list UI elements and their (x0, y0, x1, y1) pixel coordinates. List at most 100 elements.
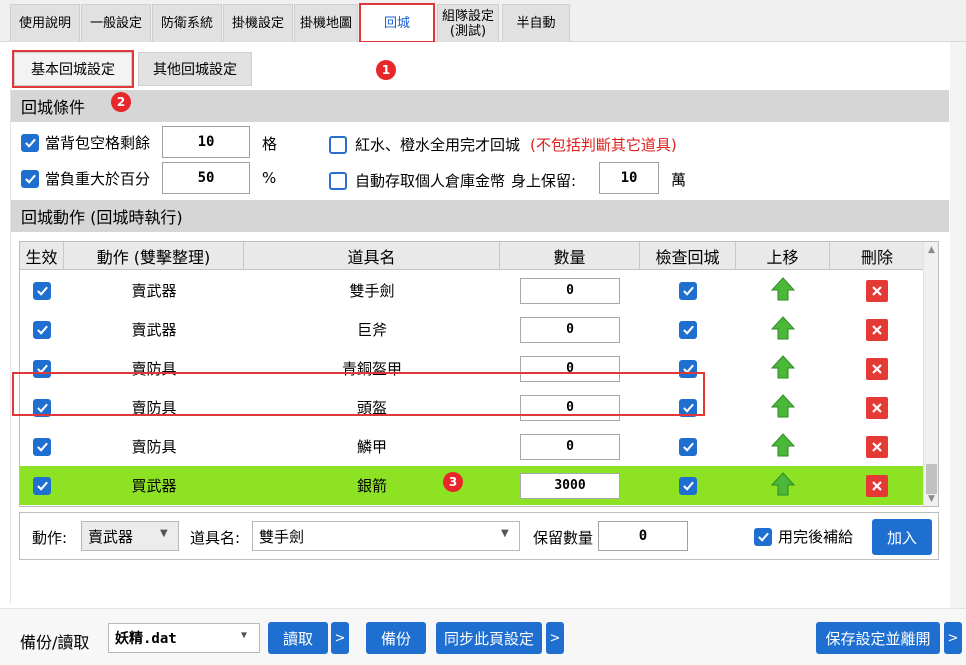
config-file-select[interactable]: 妖精.dat ▼ (108, 623, 260, 653)
bank-condition[interactable]: 自動存取個人倉庫金幣 身上保留: (329, 170, 576, 191)
move-up-arrow-icon[interactable] (770, 315, 796, 345)
delete-x-icon[interactable] (866, 279, 888, 302)
tab-party-settings[interactable]: 組隊設定 (測試) (437, 4, 499, 42)
delete-x-icon[interactable] (866, 435, 888, 458)
load-options-button[interactable]: > (331, 622, 349, 654)
row-check-return-checkbox[interactable] (679, 281, 697, 300)
scroll-down-icon[interactable]: ▼ (924, 491, 938, 506)
column-header-enabled[interactable]: 生效 (20, 242, 64, 270)
table-scroll-thumb[interactable] (926, 464, 937, 494)
column-header-action[interactable]: 動作 (雙擊整理) (64, 242, 244, 270)
weight-checkbox[interactable] (21, 169, 39, 188)
potion-checkbox[interactable] (329, 135, 347, 154)
row-enabled-cell (20, 349, 64, 388)
column-header-check-return[interactable]: 檢查回城 (640, 242, 736, 270)
bag-slots-checkbox[interactable] (21, 133, 39, 152)
row-action-cell[interactable]: 賣防具 (64, 349, 244, 388)
row-enabled-checkbox[interactable] (33, 281, 51, 300)
row-check-return-cell (640, 310, 736, 349)
row-quantity-input[interactable]: 0 (520, 433, 620, 460)
tab-usage-guide[interactable]: 使用說明 (10, 4, 80, 42)
bank-keep-input[interactable]: 10 (599, 162, 659, 194)
subtab-basic-return[interactable]: 基本回城設定 (12, 50, 134, 88)
subtab-other-return[interactable]: 其他回城設定 (138, 52, 252, 86)
load-button[interactable]: 讀取 (268, 622, 328, 654)
add-button[interactable]: 加入 (872, 519, 932, 555)
row-check-return-checkbox[interactable] (679, 476, 697, 495)
row-action-cell[interactable]: 賣武器 (64, 271, 244, 310)
table-row[interactable]: 賣武器 雙手劍 0 (20, 271, 924, 310)
row-check-return-checkbox[interactable] (679, 437, 697, 456)
row-item-cell[interactable]: 鱗甲 (244, 427, 500, 466)
tab-idle-settings[interactable]: 掛機設定 (223, 4, 293, 42)
row-quantity-input[interactable]: 0 (520, 277, 620, 304)
row-action-cell[interactable]: 賣防具 (64, 388, 244, 427)
scroll-up-icon[interactable]: ▲ (924, 242, 938, 257)
row-enabled-checkbox[interactable] (33, 320, 51, 339)
row-action-cell[interactable]: 買武器 (64, 466, 244, 505)
column-header-quantity[interactable]: 數量 (500, 242, 640, 270)
table-row[interactable]: 賣防具 頭盔 0 (20, 388, 924, 427)
tab-semi-auto[interactable]: 半自動 (502, 4, 570, 42)
row-enabled-checkbox[interactable] (33, 437, 51, 456)
table-row[interactable]: 賣防具 青銅盔甲 0 (20, 349, 924, 388)
table-row[interactable]: 買武器 銀箭 3000 (20, 466, 924, 505)
move-up-arrow-icon[interactable] (770, 354, 796, 384)
row-quantity-cell: 0 (500, 271, 640, 310)
table-scrollbar[interactable]: ▲ ▼ (923, 242, 938, 506)
delete-x-icon[interactable] (866, 318, 888, 341)
keep-quantity-input[interactable]: 0 (598, 521, 688, 551)
save-options-button[interactable]: > (944, 622, 962, 654)
table-row[interactable]: 賣防具 鱗甲 0 (20, 427, 924, 466)
delete-x-icon[interactable] (866, 396, 888, 419)
row-quantity-input[interactable]: 0 (520, 316, 620, 343)
item-select[interactable]: 雙手劍 ▼ (252, 521, 520, 551)
row-check-return-checkbox[interactable] (679, 398, 697, 417)
action-select[interactable]: 賣武器 ▼ (81, 521, 179, 551)
row-action-cell[interactable]: 賣防具 (64, 427, 244, 466)
delete-x-icon[interactable] (866, 357, 888, 380)
table-row[interactable]: 賣武器 巨斧 0 (20, 310, 924, 349)
row-item-cell[interactable]: 青銅盔甲 (244, 349, 500, 388)
column-header-move-up[interactable]: 上移 (736, 242, 830, 270)
sync-options-button[interactable]: > (546, 622, 564, 654)
refill-option[interactable]: 用完後補給 (754, 526, 853, 547)
backup-button[interactable]: 備份 (366, 622, 426, 654)
bag-slots-input[interactable]: 10 (162, 126, 250, 158)
weight-condition[interactable]: 當負重大於百分 (21, 168, 150, 189)
row-item-cell[interactable]: 雙手劍 (244, 271, 500, 310)
row-enabled-checkbox[interactable] (33, 359, 51, 378)
config-file-value: 妖精.dat (115, 631, 177, 647)
column-header-delete[interactable]: 刪除 (830, 242, 924, 270)
row-enabled-cell (20, 271, 64, 310)
tab-defense-system[interactable]: 防衛系統 (152, 4, 222, 42)
bank-checkbox[interactable] (329, 171, 347, 190)
refill-checkbox[interactable] (754, 527, 772, 546)
delete-x-icon[interactable] (866, 474, 888, 497)
row-quantity-input[interactable]: 0 (520, 394, 620, 421)
save-and-exit-button[interactable]: 保存設定並離開 (816, 622, 940, 654)
column-header-item[interactable]: 道具名 (244, 242, 500, 270)
tab-general-settings[interactable]: 一般設定 (81, 4, 151, 42)
weight-input[interactable]: 50 (162, 162, 250, 194)
row-item-cell[interactable]: 巨斧 (244, 310, 500, 349)
potion-condition[interactable]: 紅水、橙水全用完才回城 (不包括判斷其它道具) (329, 134, 677, 155)
row-check-return-checkbox[interactable] (679, 320, 697, 339)
row-check-return-cell (640, 271, 736, 310)
page-scrollbar[interactable] (950, 42, 966, 608)
move-up-arrow-icon[interactable] (770, 432, 796, 462)
bag-slots-condition[interactable]: 當背包空格剩餘 (21, 132, 150, 153)
row-action-cell[interactable]: 賣武器 (64, 310, 244, 349)
move-up-arrow-icon[interactable] (770, 393, 796, 423)
sync-page-button[interactable]: 同步此頁設定 (436, 622, 542, 654)
move-up-arrow-icon[interactable] (770, 276, 796, 306)
row-enabled-checkbox[interactable] (33, 476, 51, 495)
row-enabled-checkbox[interactable] (33, 398, 51, 417)
tab-idle-map[interactable]: 掛機地圖 (294, 4, 358, 42)
move-up-arrow-icon[interactable] (770, 471, 796, 501)
row-quantity-input[interactable]: 3000 (520, 472, 620, 499)
row-item-cell[interactable]: 頭盔 (244, 388, 500, 427)
row-check-return-checkbox[interactable] (679, 359, 697, 378)
row-quantity-input[interactable]: 0 (520, 355, 620, 382)
tab-return-town[interactable]: 回城 (359, 3, 435, 43)
